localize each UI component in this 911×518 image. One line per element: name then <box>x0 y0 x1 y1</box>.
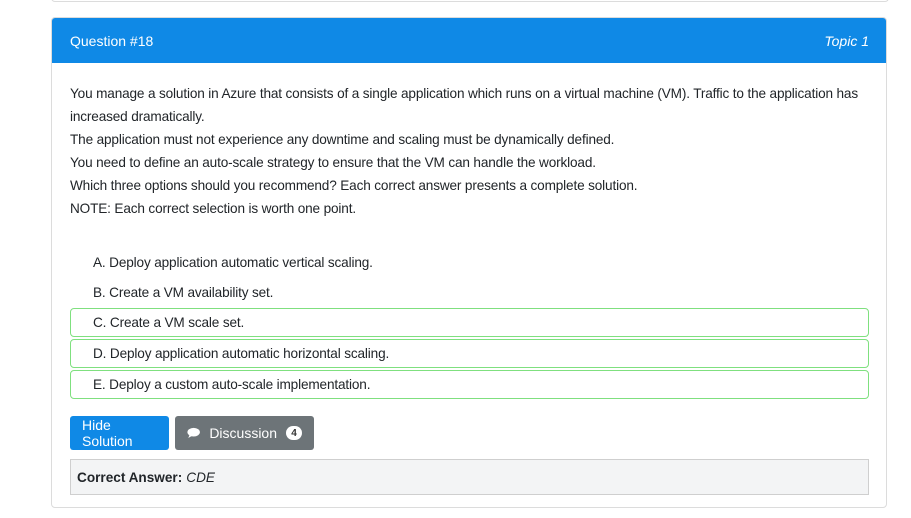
choice-d[interactable]: D. Deploy application automatic horizont… <box>70 339 869 368</box>
choice-b[interactable]: B. Create a VM availability set. <box>70 278 869 306</box>
choice-a[interactable]: A. Deploy application automatic vertical… <box>70 248 869 276</box>
question-number: Question #18 <box>70 32 154 49</box>
question-text-line: NOTE: Each correct selection is worth on… <box>70 201 356 216</box>
discussion-label: Discussion <box>209 425 278 441</box>
correct-answer-box: Correct Answer: CDE <box>70 459 869 495</box>
correct-answer-value: CDE <box>186 469 215 485</box>
hide-solution-label: Hide Solution <box>82 417 133 449</box>
question-text-line: You manage a solution in Azure that cons… <box>70 86 858 124</box>
choice-e[interactable]: E. Deploy a custom auto-scale implementa… <box>70 370 869 399</box>
correct-answer-label: Correct Answer: <box>77 469 183 485</box>
question-card: Question #18 Topic 1 You manage a soluti… <box>51 17 887 508</box>
hide-solution-button[interactable]: Hide Solution <box>70 416 169 450</box>
choices-list: A. Deploy application automatic vertical… <box>70 248 869 399</box>
question-header: Question #18 Topic 1 <box>52 18 886 63</box>
discussion-count-badge: 4 <box>286 426 302 440</box>
previous-card-edge <box>51 0 889 2</box>
question-text-line: The application must not experience any … <box>70 132 615 147</box>
chat-bubble-icon <box>187 427 200 438</box>
discussion-button[interactable]: Discussion 4 <box>175 416 314 450</box>
question-body: You manage a solution in Azure that cons… <box>52 63 886 495</box>
question-text-line: Which three options should you recommend… <box>70 178 638 193</box>
question-text-line: You need to define an auto-scale strateg… <box>70 155 596 170</box>
choice-c[interactable]: C. Create a VM scale set. <box>70 308 869 337</box>
topic-label: Topic 1 <box>824 32 869 49</box>
action-buttons: Hide Solution Discussion 4 <box>70 416 868 450</box>
question-text: You manage a solution in Azure that cons… <box>70 82 860 220</box>
